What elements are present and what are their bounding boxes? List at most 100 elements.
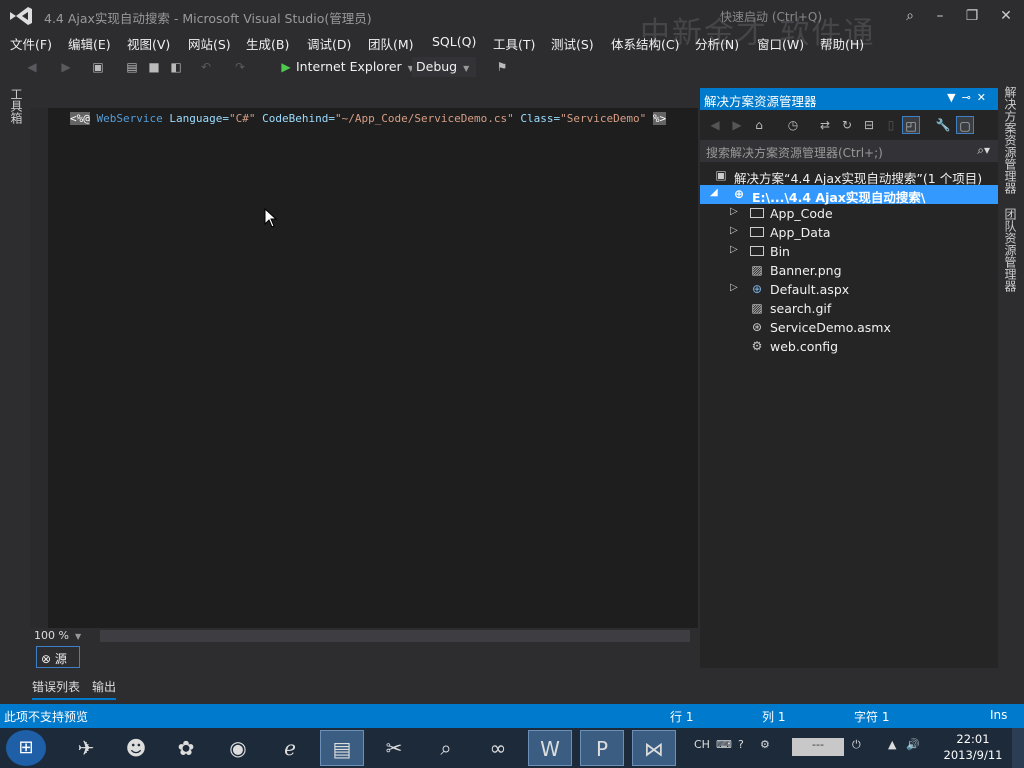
powerpoint-icon[interactable]: P [580,730,624,766]
new-project-icon[interactable]: ▣ [90,59,106,75]
restore-icon[interactable]: ❐ [962,6,982,26]
pin-icon[interactable]: ⊸ [962,91,977,104]
power-plug-icon[interactable]: ⏻ [852,738,861,752]
expand-arrow-icon[interactable]: ▷ [730,225,738,236]
zoom-dropdown[interactable]: 100 % ▼ [34,629,81,642]
browser-link-icon[interactable]: ⚑ [494,59,510,75]
minimize-icon[interactable]: – [930,6,950,26]
expand-arrow-icon[interactable]: ▷ [730,206,738,217]
internet-explorer-icon[interactable]: ℯ [268,730,312,766]
solution-node[interactable]: ▣ 解决方案“4.4 Ajax实现自动搜索”(1 个项目) [700,166,998,186]
menu-view[interactable]: 视图(V) [127,34,170,53]
menu-team[interactable]: 团队(M) [368,34,414,53]
folder-icon [750,225,764,239]
magnifier-app-icon[interactable]: ⌕ [424,730,468,766]
show-hidden-icons-icon[interactable]: ▲ [888,738,896,751]
search-placeholder: 搜索解决方案资源管理器(Ctrl+;) [706,146,883,160]
volume-icon[interactable]: 🔊 [906,738,920,751]
menu-website[interactable]: 网站(S) [188,34,231,53]
qq-icon[interactable]: ☻ [114,730,158,766]
open-file-icon[interactable]: ▤ [124,59,140,75]
menu-sql[interactable]: SQL(Q) [432,34,476,49]
tab-output[interactable]: 输出 [92,678,116,695]
menu-architecture[interactable]: 体系结构(C) [611,34,679,53]
pending-changes-icon[interactable]: ◷ [784,116,802,134]
quick-launch-input[interactable]: 快速启动 (Ctrl+Q) [720,8,822,25]
side-tab-team-explorer[interactable]: 团队资源管理器 [1002,208,1019,292]
undo-icon[interactable]: ↶ [198,59,214,75]
help-icon[interactable]: ? [738,738,744,751]
close-panel-icon[interactable]: ✕ [977,91,992,104]
tree-item-default-aspx[interactable]: ▷ ⊕ Default.aspx [700,280,998,299]
code-editor[interactable]: <%@ WebService Language="C#" CodeBehind=… [30,108,698,628]
menu-file[interactable]: 文件(F) [10,34,52,53]
chevron-down-icon: ▼ [463,64,470,73]
tree-item-app-data[interactable]: ▷ App_Data [700,223,998,242]
menu-tools[interactable]: 工具(T) [493,34,535,53]
tree-item-web-config[interactable]: ⚙ web.config [700,337,998,356]
show-desktop-button[interactable] [1012,728,1024,768]
ime-settings-icon[interactable]: ⚙ [760,738,770,751]
gift-app-icon[interactable]: ✿ [164,730,208,766]
word-icon[interactable]: W [528,730,572,766]
menu-edit[interactable]: 编辑(E) [68,34,111,53]
close-icon[interactable]: ✕ [996,6,1016,26]
collapse-arrow-icon[interactable]: ◢ [710,187,718,198]
tree-item-app-code[interactable]: ▷ App_Code [700,204,998,223]
collapse-all-icon[interactable]: ⊟ [860,116,878,134]
menu-test[interactable]: 测试(S) [551,34,594,53]
menu-analyze[interactable]: 分析(N) [695,34,739,53]
menu-help[interactable]: 帮助(H) [820,34,864,53]
tree-item-banner-png[interactable]: ▨ Banner.png [700,261,998,280]
chrome-icon[interactable]: ◉ [216,730,260,766]
zoom-level: 100 % [34,629,69,642]
system-clock[interactable]: 22:01 2013/9/11 [938,731,1008,763]
tree-item-search-gif[interactable]: ▨ search.gif [700,299,998,318]
code-line[interactable]: <%@ WebService Language="C#" CodeBehind=… [70,112,667,125]
properties-icon[interactable]: 🔧 [934,116,952,134]
side-tab-solution-explorer[interactable]: 解决方案资源管理器 [1002,86,1019,194]
forward-icon[interactable]: ▶ [728,116,746,134]
search-icon[interactable]: ⌕ [900,6,920,26]
navigate-forward-icon[interactable]: ▶ [58,59,74,75]
file-explorer-icon[interactable]: ▤ [320,730,364,766]
bird-app-icon[interactable]: ✈ [64,730,108,766]
refresh-icon[interactable]: ↻ [838,116,856,134]
tab-error-list[interactable]: 错误列表 [32,678,80,695]
dropdown-icon[interactable]: ▼ [947,91,961,104]
tree-item-servicedemo-asmx[interactable]: ⊛ ServiceDemo.asmx [700,318,998,337]
horizontal-scrollbar[interactable] [100,630,690,642]
home-icon[interactable]: ⌂ [750,116,768,134]
source-view-label: 源 [54,652,67,666]
source-view-tab[interactable]: ⊗ 源 [36,646,80,668]
menu-window[interactable]: 窗口(W) [757,34,804,53]
tools-app-icon[interactable]: ✂ [372,730,416,766]
run-target-dropdown[interactable]: Internet Explorer ▼ [292,57,418,77]
copy-website-icon[interactable]: ▯ [882,116,900,134]
menu-debug[interactable]: 调试(D) [307,34,351,53]
back-icon[interactable]: ◀ [706,116,724,134]
config-dropdown[interactable]: Debug ▼ [412,57,476,77]
save-all-icon[interactable]: ◧ [168,59,184,75]
toolbox-side-tab[interactable]: 工具箱 [0,84,26,704]
menu-build[interactable]: 生成(B) [246,34,289,53]
visual-studio-taskbar-icon[interactable]: ⋈ [632,730,676,766]
redo-icon[interactable]: ↷ [232,59,248,75]
save-icon[interactable]: ■ [146,59,162,75]
navigate-back-icon[interactable]: ◀ [24,59,40,75]
expand-arrow-icon[interactable]: ▷ [730,282,738,293]
infinity-app-icon[interactable]: ∞ [476,730,520,766]
ime-status-box[interactable]: --- [792,738,844,756]
preview-icon[interactable]: ▢ [956,116,974,134]
keyboard-icon[interactable]: ⌨ [716,738,732,751]
expand-arrow-icon[interactable]: ▷ [730,244,738,255]
search-icon[interactable]: ⌕▾ [977,143,990,158]
ime-indicator[interactable]: CH [694,738,710,751]
show-all-files-icon[interactable]: ◰ [902,116,920,134]
tree-item-bin[interactable]: ▷ Bin [700,242,998,261]
right-side-tabs: 解决方案资源管理器 团队资源管理器 [998,86,1024,306]
project-node[interactable]: ◢ ⊕ E:\...\4.4 Ajax实现自动搜索\ [700,185,998,205]
sync-icon[interactable]: ⇄ [816,116,834,134]
start-button[interactable]: ⊞ [6,730,46,766]
solution-search-input[interactable]: 搜索解决方案资源管理器(Ctrl+;) ⌕▾ [700,140,998,162]
